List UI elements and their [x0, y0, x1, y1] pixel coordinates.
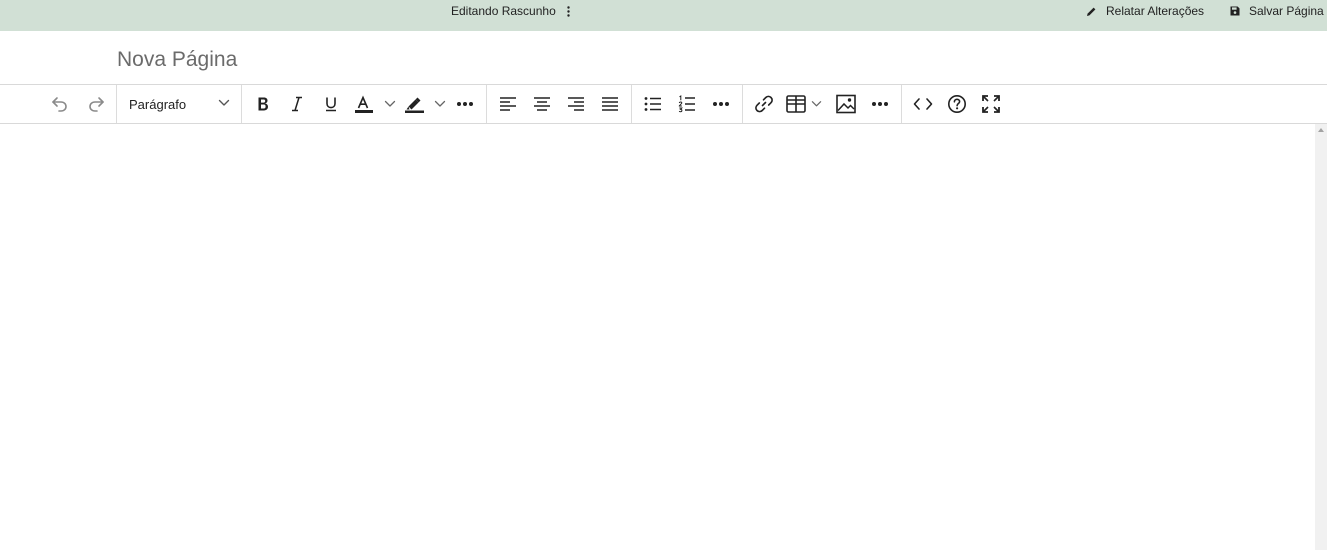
help-button[interactable] [945, 90, 969, 118]
bold-icon [258, 97, 268, 111]
code-icon [913, 98, 933, 110]
title-row [0, 31, 1327, 85]
block-format-select[interactable]: Parágrafo [119, 90, 237, 118]
table-icon [786, 95, 806, 113]
help-icon [948, 95, 966, 113]
floppy-disk-icon [1230, 6, 1240, 16]
fullscreen-button[interactable] [979, 90, 1003, 118]
bullet-list-icon [644, 97, 661, 111]
page-title-input[interactable] [117, 45, 1017, 75]
align-justify-icon [602, 97, 618, 111]
report-changes-button[interactable]: Relatar Alterações [1086, 4, 1204, 18]
more-horizontal-icon [872, 102, 888, 106]
toolbar-separator [901, 85, 902, 123]
align-left-icon [500, 97, 516, 111]
draft-label: Editando Rascunho [451, 4, 556, 18]
redo-icon [89, 97, 104, 112]
undo-button[interactable] [47, 90, 73, 118]
align-right-icon [568, 97, 584, 111]
report-changes-label: Relatar Alterações [1106, 4, 1205, 18]
editor-scrollbar[interactable] [1315, 124, 1327, 550]
table-button[interactable] [786, 90, 826, 118]
chevron-down-icon [811, 101, 822, 107]
link-icon [755, 95, 773, 113]
save-page-button[interactable]: Salvar Página [1230, 4, 1324, 18]
chevron-down-icon [434, 100, 446, 107]
align-justify-button[interactable] [598, 90, 622, 118]
toolbar-separator [486, 85, 487, 123]
editor-content-area[interactable] [0, 124, 1315, 550]
more-lists-button[interactable] [709, 90, 733, 118]
more-horizontal-icon [713, 102, 729, 106]
image-button[interactable] [834, 90, 858, 118]
pencil-icon [1087, 7, 1096, 16]
numbered-list-icon [678, 95, 695, 113]
vertical-dots-icon[interactable] [564, 4, 574, 18]
toolbar-separator [742, 85, 743, 123]
editor-toolbar: Parágrafo [0, 85, 1327, 124]
text-color-icon [355, 95, 373, 113]
editor-top-bar: Editando Rascunho Relatar Alterações Sal… [0, 0, 1327, 31]
toolbar-separator [631, 85, 632, 123]
align-center-button[interactable] [530, 90, 554, 118]
italic-icon [292, 96, 302, 112]
highlight-color-button[interactable] [404, 90, 450, 118]
highlighter-icon [405, 97, 424, 113]
toolbar-separator [241, 85, 242, 123]
underline-button[interactable] [319, 90, 343, 118]
text-color-button[interactable] [353, 90, 399, 118]
underline-icon [326, 97, 336, 112]
draft-status: Editando Rascunho [451, 4, 574, 18]
more-formatting-button[interactable] [453, 90, 477, 118]
block-format-value: Parágrafo [129, 96, 187, 112]
redo-button[interactable] [83, 90, 109, 118]
more-horizontal-icon [457, 102, 473, 106]
more-insert-button[interactable] [868, 90, 892, 118]
italic-button[interactable] [285, 90, 309, 118]
save-page-label: Salvar Página [1249, 4, 1324, 18]
bold-button[interactable] [251, 90, 275, 118]
align-center-icon [534, 97, 550, 111]
source-code-button[interactable] [911, 90, 935, 118]
scroll-up-arrow-icon[interactable] [1318, 128, 1324, 132]
toolbar-separator [116, 85, 117, 123]
image-icon [836, 94, 856, 114]
fullscreen-icon [982, 95, 1000, 113]
undo-icon [52, 97, 67, 112]
align-right-button[interactable] [564, 90, 588, 118]
numbered-list-button[interactable] [675, 90, 699, 118]
chevron-down-icon [384, 100, 396, 107]
bullet-list-button[interactable] [641, 90, 665, 118]
link-button[interactable] [752, 90, 776, 118]
chevron-down-icon [218, 99, 230, 106]
align-left-button[interactable] [496, 90, 520, 118]
